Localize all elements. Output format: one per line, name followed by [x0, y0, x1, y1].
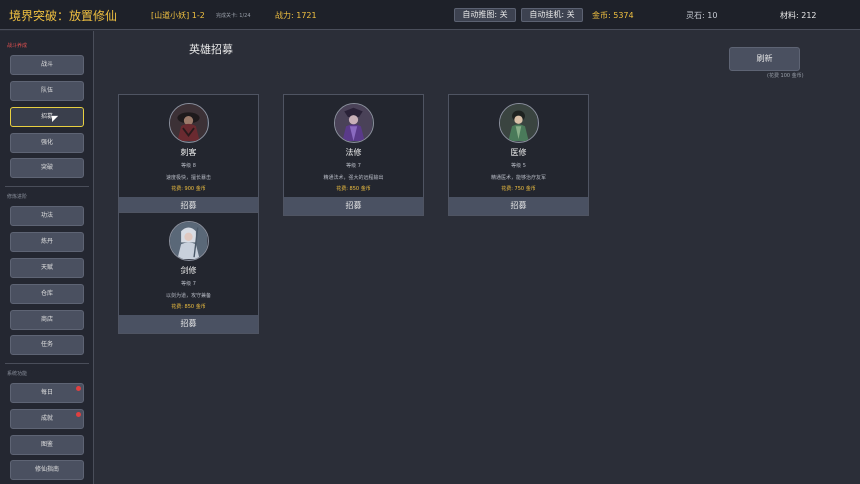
- sidebar-item-recruit[interactable]: 招募 ◤: [10, 107, 84, 127]
- mage-portrait-icon: [335, 104, 372, 141]
- sidebar-item-label: 每日: [40, 389, 53, 396]
- sidebar-item-breakthrough[interactable]: 突破: [10, 158, 84, 178]
- assassin-portrait-icon: [170, 104, 207, 141]
- hero-cost: 花费: 850 金币: [336, 186, 371, 192]
- hero-name: 法修: [345, 148, 362, 157]
- hero-level: 等级 8: [181, 163, 196, 169]
- sidebar: 战斗养成 战斗 队伍 招募 ◤ 强化 突破 修炼进阶 功法 炼丹 天赋 仓库 商…: [0, 31, 94, 484]
- hero-level: 等级 7: [346, 163, 361, 169]
- spirit-stone-counter: 灵石: 10: [686, 11, 718, 20]
- hero-avatar: [334, 103, 374, 143]
- sidebar-item-skills[interactable]: 功法: [10, 206, 84, 226]
- hero-avatar: [499, 103, 539, 143]
- hero-name: 剑修: [180, 266, 197, 275]
- page-title: 英雄招募: [189, 43, 233, 56]
- hero-card: 剑修 等级 7 以剑为道，攻守兼备 花费: 850 金币 招募: [118, 212, 259, 334]
- game-title: 境界突破：放置修仙: [9, 9, 118, 23]
- sidebar-item-guide[interactable]: 修仙指南: [10, 460, 84, 480]
- sidebar-item-daily[interactable]: 每日: [10, 383, 84, 403]
- hero-card: 法修 等级 7 精通法术，强大的远程输出 花费: 850 金币 招募: [283, 94, 424, 216]
- sidebar-item-shop[interactable]: 商店: [10, 310, 84, 330]
- sidebar-item-team[interactable]: 队伍: [10, 81, 84, 101]
- hero-card: 医修 等级 5 精通医术，能够治疗友军 花费: 750 金币 招募: [448, 94, 589, 216]
- combat-power: 战力: 1721: [275, 11, 317, 20]
- sidebar-divider: [5, 186, 89, 187]
- hero-description: 精通法术，强大的远程输出: [323, 175, 384, 181]
- sidebar-item-label: 成就: [40, 415, 53, 422]
- recruit-button[interactable]: 招募: [119, 315, 258, 333]
- recruit-button[interactable]: 招募: [284, 197, 423, 215]
- sidebar-item-alchemy[interactable]: 炼丹: [10, 232, 84, 252]
- sidebar-item-battle[interactable]: 战斗: [10, 55, 84, 75]
- hero-cost: 花费: 750 金币: [501, 186, 536, 192]
- notification-dot-icon: [76, 386, 81, 391]
- stage-label: [山道小妖] 1-2: [151, 11, 205, 20]
- hero-description: 精通医术，能够治疗友军: [490, 175, 546, 181]
- sidebar-item-quests[interactable]: 任务: [10, 335, 84, 355]
- hero-name: 刺客: [180, 148, 197, 157]
- stage-progress: 完成关卡: 1/24: [216, 13, 251, 19]
- healer-portrait-icon: [500, 104, 537, 141]
- refresh-button[interactable]: 刷新: [729, 47, 800, 71]
- sidebar-item-warehouse[interactable]: 仓库: [10, 284, 84, 304]
- mouse-cursor-icon: ◤: [52, 114, 59, 123]
- sidebar-item-codex[interactable]: 图鉴: [10, 435, 84, 455]
- top-bar: 境界突破：放置修仙 [山道小妖] 1-2 完成关卡: 1/24 战力: 1721…: [0, 0, 860, 30]
- recruit-button[interactable]: 招募: [449, 197, 588, 215]
- hero-cost: 花费: 900 金币: [171, 186, 206, 192]
- main-panel: 英雄招募 刷新 (花费 100 金币) 刺客 等级 8 速度极快，擅长暴击 花费…: [95, 31, 860, 484]
- refresh-cost: (花费 100 金币): [767, 73, 804, 79]
- section-system: 系统功能: [7, 371, 28, 377]
- sidebar-item-enhance[interactable]: 强化: [10, 133, 84, 153]
- material-counter: 材料: 212: [780, 11, 817, 20]
- notification-dot-icon: [76, 412, 81, 417]
- hero-description: 以剑为道，攻守兼备: [165, 293, 211, 299]
- swordsman-portrait-icon: [170, 222, 207, 259]
- hero-card: 刺客 等级 8 速度极快，擅长暴击 花费: 900 金币 招募: [118, 94, 259, 216]
- hero-description: 速度极快，擅长暴击: [165, 175, 211, 181]
- hero-name: 医修: [510, 148, 527, 157]
- section-cultivation: 修炼进阶: [7, 194, 28, 200]
- hero-avatar: [169, 221, 209, 261]
- sidebar-divider: [5, 363, 89, 364]
- gold-counter: 金币: 5374: [592, 11, 634, 20]
- hero-level: 等级 7: [181, 281, 196, 287]
- section-battle: 战斗养成: [7, 43, 28, 49]
- hero-level: 等级 5: [511, 163, 526, 169]
- auto-idle-toggle[interactable]: 自动挂机: 关: [521, 8, 583, 22]
- sidebar-item-achievements[interactable]: 成就: [10, 409, 84, 429]
- sidebar-item-talent[interactable]: 天赋: [10, 258, 84, 278]
- hero-avatar: [169, 103, 209, 143]
- auto-push-toggle[interactable]: 自动推图: 关: [454, 8, 516, 22]
- hero-cost: 花费: 850 金币: [171, 304, 206, 310]
